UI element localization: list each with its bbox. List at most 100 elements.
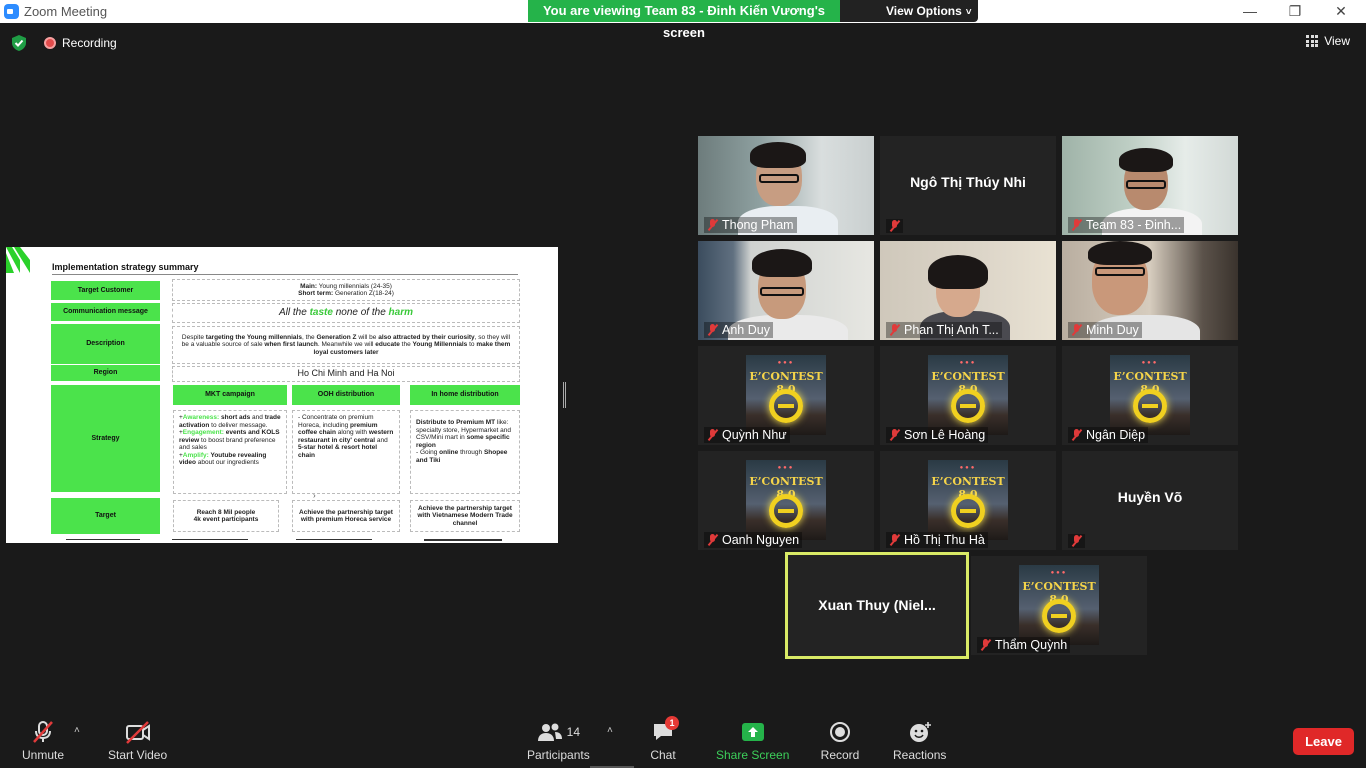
reactions-button[interactable]: Reactions — [893, 719, 946, 762]
target-mkt: Reach 8 Mil people 4k event participants — [173, 500, 279, 532]
record-button[interactable]: Record — [820, 719, 860, 762]
share-screen-button[interactable]: Share Screen — [716, 719, 789, 762]
ooh-seg: 5-star hotel & resort hotel chain — [298, 444, 378, 459]
recording-dot-icon — [44, 37, 56, 49]
econtest-logo-icon — [1133, 389, 1167, 423]
recording-indicator[interactable]: Recording — [44, 34, 117, 52]
video-tile-anh-duy[interactable]: Anh Duy — [698, 241, 874, 340]
video-tile-ngan-diep[interactable]: ●●● E’CONTEST 8.0 Ngân Diệp — [1062, 346, 1238, 445]
participant-name: Oanh Nguyen — [722, 533, 800, 547]
mic-muted-icon — [707, 534, 718, 546]
participants-count: 14 — [566, 725, 581, 739]
participants-options-caret[interactable]: ˄ — [607, 725, 613, 736]
econtest-logo-icon — [951, 389, 985, 423]
start-video-label: Start Video — [108, 748, 168, 762]
video-tile-tham-quynh[interactable]: ●●● E’CONTEST 8.0 Thẩm Quỳnh — [971, 556, 1147, 655]
participant-name: Hồ Thị Thu Hà — [904, 533, 985, 547]
participant-name: Sơn Lê Hoàng — [904, 428, 986, 442]
video-tile-ngo-thi-thuy-nhi[interactable]: Ngô Thị Thúy Nhi — [880, 136, 1056, 235]
tagline-harm: harm — [388, 307, 413, 319]
video-tile-xuan-thuy-active-speaker[interactable]: Xuan Thuy (Niel... — [785, 552, 969, 659]
record-icon — [830, 722, 850, 742]
reactions-smiley-icon — [909, 722, 931, 742]
slide-footer-line — [172, 539, 248, 540]
slide-title: Implementation strategy summary — [52, 262, 199, 272]
tagline-part1: All the — [279, 307, 310, 319]
participant-name-label: Thẩm Quỳnh — [977, 637, 1071, 653]
ooh-seg: and — [375, 436, 388, 444]
grid-view-icon — [1306, 35, 1319, 47]
dots-icon: ●●● — [959, 360, 977, 366]
participants-button[interactable]: 14 Participants — [527, 719, 590, 762]
econtest-logo-icon — [951, 494, 985, 528]
participant-name-label: Thong Pham — [704, 217, 797, 233]
desc-seg: targeting the Young millennials — [205, 333, 302, 341]
desc-seg: educate — [375, 341, 400, 349]
shared-screen-slide: Implementation strategy summary Target C… — [6, 247, 558, 543]
mic-muted-icon — [707, 429, 718, 441]
short-term-value: Generation Z(18-24) — [333, 290, 394, 297]
chat-button[interactable]: 1 Chat — [643, 716, 683, 762]
inhome-seg: - Going — [416, 449, 440, 456]
video-tile-team-83[interactable]: Team 83 - Đinh... — [1062, 136, 1238, 235]
video-tile-oanh-nguyen[interactable]: ●●● E’CONTEST 8.0 Oanh Nguyen — [698, 451, 874, 550]
share-screen-icon — [741, 723, 764, 741]
view-options-button[interactable]: View Options ˅ — [840, 0, 978, 22]
video-tile-huyen-vo[interactable]: Huyền Võ — [1062, 451, 1238, 550]
close-button[interactable]: ✕ — [1329, 2, 1353, 20]
mic-muted-icon — [889, 429, 900, 441]
econtest-avatar: ●●● E’CONTEST 8.0 — [1110, 355, 1190, 435]
dots-icon: ●●● — [1141, 360, 1159, 366]
security-shield-icon[interactable] — [10, 34, 28, 52]
unmute-button[interactable]: Unmute — [22, 719, 64, 762]
reactions-label: Reactions — [893, 748, 947, 762]
mic-muted-icon — [889, 220, 900, 232]
mkt-seg: about our ingredients — [195, 459, 259, 466]
video-tile-ho-thi-thu-ha[interactable]: ●●● E’CONTEST 8.0 Hồ Thị Thu Hà — [880, 451, 1056, 550]
mic-muted-icon — [1071, 219, 1082, 231]
participant-name: Quỳnh Như — [722, 428, 787, 442]
econtest-avatar: ●●● E’CONTEST 8.0 — [1019, 565, 1099, 645]
participant-name-label: Phan Thị Anh T... — [886, 322, 1002, 338]
mkt-seg: Engagement: — [182, 429, 224, 436]
recording-label: Recording — [62, 36, 117, 50]
mkt-campaign-text: +Awareness: short ads and trade activati… — [173, 410, 287, 494]
desc-seg: Young Millennials — [412, 341, 468, 349]
leave-meeting-button[interactable]: Leave — [1293, 728, 1354, 755]
audio-options-caret[interactable]: ˄ — [74, 725, 80, 736]
video-tile-phan-thi-anh[interactable]: Phan Thị Anh T... — [880, 241, 1056, 340]
split-view-resize-handle[interactable] — [563, 382, 566, 408]
participant-name-label — [1068, 534, 1085, 548]
mkt-seg: Awareness: — [182, 414, 220, 421]
video-tile-minh-duy[interactable]: Minh Duy — [1062, 241, 1238, 340]
mic-muted-icon — [1071, 324, 1082, 336]
dots-icon: ●●● — [959, 465, 977, 471]
participant-name-label: Minh Duy — [1068, 322, 1142, 338]
target-ooh: Achieve the partnership target with prem… — [292, 500, 400, 532]
viewing-screen-banner: You are viewing Team 83 - Đinh Kiến Vươn… — [528, 0, 840, 40]
econtest-avatar: ●●● E’CONTEST 8.0 — [746, 355, 826, 435]
dots-icon: ●●● — [777, 360, 795, 366]
video-tile-quynh-nhu[interactable]: ●●● E’CONTEST 8.0 Quỳnh Như — [698, 346, 874, 445]
participant-display-name: Ngô Thị Thúy Nhi — [910, 174, 1026, 190]
meeting-controls-toolbar: Unmute ˄ Start Video 14 Participants ˄ 1… — [0, 713, 1366, 768]
tagline-taste: taste — [309, 307, 333, 319]
slide-cursor-mark: › — [313, 491, 316, 500]
video-camera-off-icon — [125, 721, 150, 744]
share-screen-label: Share Screen — [716, 748, 790, 762]
minimize-button[interactable]: — — [1238, 2, 1262, 20]
maximize-button[interactable]: ❐ — [1283, 2, 1307, 20]
video-tile-son-le-hoang[interactable]: ●●● E’CONTEST 8.0 Sơn Lê Hoàng — [880, 346, 1056, 445]
zoom-app-icon — [4, 4, 19, 19]
desc-seg: . Meanwhile we will — [317, 341, 376, 349]
view-layout-button[interactable]: View — [1306, 34, 1350, 48]
participants-label: Participants — [527, 748, 590, 762]
mic-muted-icon — [1071, 429, 1082, 441]
dots-icon: ●●● — [1050, 570, 1068, 576]
label-target-customer: Target Customer — [51, 281, 160, 300]
econtest-logo-icon — [769, 389, 803, 423]
video-tile-thong-pham[interactable]: Thong Pham — [698, 136, 874, 235]
start-video-button[interactable]: Start Video — [108, 719, 167, 762]
econtest-logo-icon — [1042, 599, 1076, 633]
label-target: Target — [51, 498, 160, 534]
